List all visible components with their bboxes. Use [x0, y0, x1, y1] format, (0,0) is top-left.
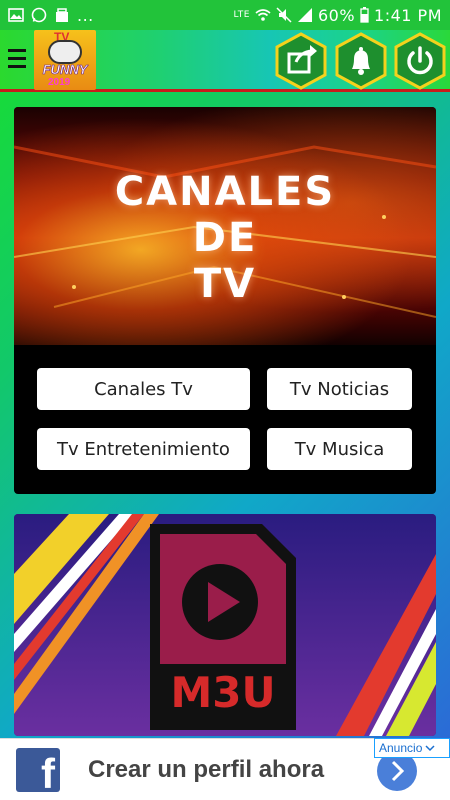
tv-entretenimiento-button[interactable]: Tv Entretenimiento	[37, 428, 250, 470]
status-bar: ... LTE 60% 1:41 PM	[0, 0, 450, 30]
facebook-logo-icon: f	[16, 748, 60, 792]
ad-text[interactable]: Crear un perfil ahora	[88, 756, 324, 784]
clock: 1:41 PM	[374, 5, 442, 25]
banner-title: CANALES DE TV	[14, 169, 436, 307]
banner-title-line: DE	[192, 215, 258, 261]
signal-icon	[297, 8, 312, 22]
facebook-letter: f	[41, 750, 55, 792]
power-button[interactable]	[393, 32, 447, 90]
tv-musica-button[interactable]: Tv Musica	[267, 428, 412, 470]
logo-year-text: 2019	[48, 77, 71, 88]
canales-tv-button[interactable]: Canales Tv	[37, 368, 250, 410]
power-icon	[394, 32, 446, 90]
share-button[interactable]	[274, 32, 328, 90]
image-icon	[8, 8, 24, 22]
app-bar: TV FUNNY 2019	[0, 30, 450, 92]
share-icon	[275, 32, 327, 90]
m3u-card[interactable]: M3U	[14, 514, 436, 736]
banner-title-line: CANALES	[114, 169, 336, 215]
whatsapp-icon	[31, 7, 47, 23]
battery-icon	[360, 7, 369, 23]
logo-funny-text: FUNNY	[42, 62, 88, 78]
tv-noticias-button[interactable]: Tv Noticias	[267, 368, 412, 410]
notifications-button[interactable]	[334, 32, 388, 90]
bell-icon	[335, 32, 387, 90]
ad-badge-label: Anuncio	[379, 741, 423, 755]
chevron-down-icon	[425, 745, 435, 752]
mute-icon	[276, 7, 292, 23]
logo-mascot-icon	[48, 40, 82, 64]
m3u-label: M3U	[170, 667, 276, 717]
status-dots: ...	[77, 5, 94, 25]
store-icon	[56, 8, 68, 22]
wifi-icon	[255, 9, 271, 21]
tv-channels-card: CANALES DE TV Canales Tv Tv Noticias Tv …	[14, 107, 436, 494]
battery-level: 60%	[317, 5, 356, 25]
menu-icon[interactable]	[8, 49, 26, 71]
tv-channels-banner[interactable]: CANALES DE TV	[14, 107, 436, 345]
app-logo: TV FUNNY 2019	[34, 30, 96, 90]
banner-title-line: TV	[193, 261, 257, 307]
ad-choices-badge[interactable]: Anuncio	[374, 738, 450, 758]
network-type: LTE	[233, 9, 250, 20]
